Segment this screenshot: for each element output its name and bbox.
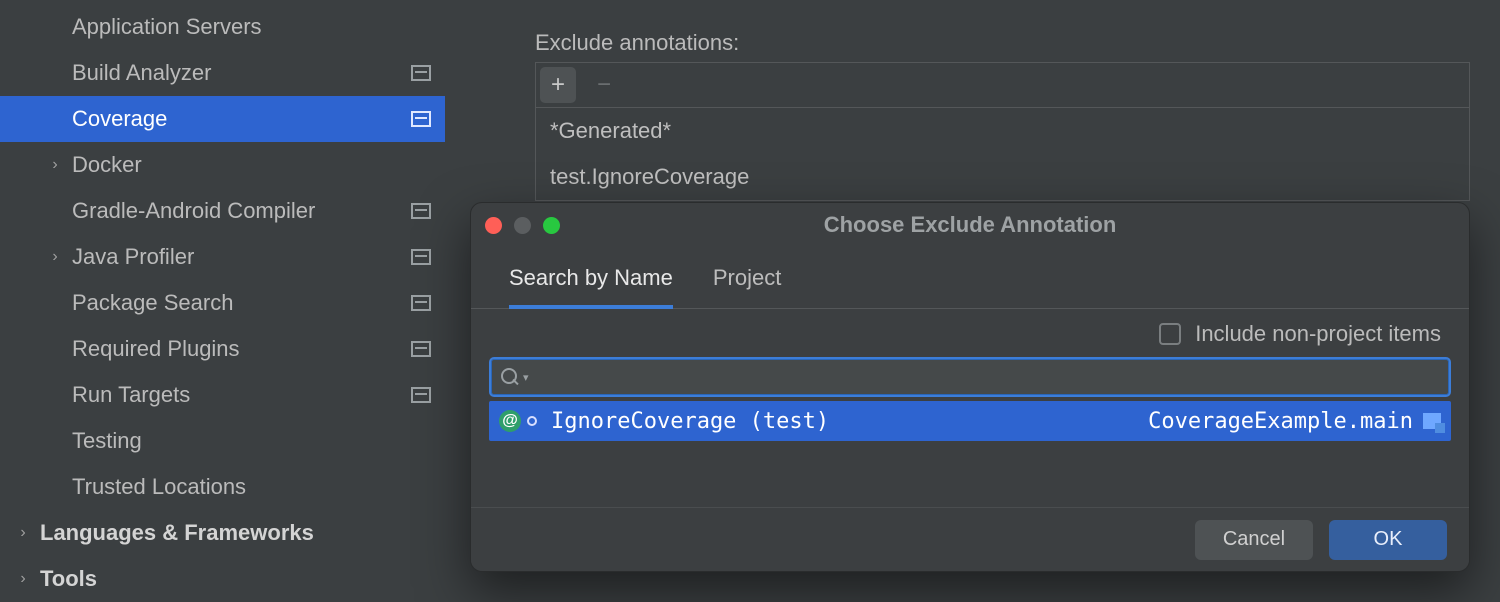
project-config-icon <box>411 111 431 127</box>
tree-item-label: Build Analyzer <box>72 60 411 86</box>
annotation-icon: @ <box>499 410 521 432</box>
tree-item-run-targets[interactable]: Run Targets <box>0 372 445 418</box>
annotation-list-item[interactable]: *Generated* <box>536 108 1469 154</box>
annotation-list-item[interactable]: test.IgnoreCoverage <box>536 154 1469 200</box>
project-config-icon <box>411 203 431 219</box>
module-icon <box>1423 413 1441 429</box>
project-config-icon <box>411 387 431 403</box>
include-non-project-checkbox[interactable] <box>1159 323 1181 345</box>
window-minimize-button[interactable] <box>514 217 531 234</box>
tree-item-docker[interactable]: › Docker <box>0 142 445 188</box>
minus-icon: − <box>597 73 611 97</box>
tree-item-label: Testing <box>72 428 445 454</box>
tree-item-label: Trusted Locations <box>72 474 445 500</box>
search-input[interactable]: ▾ <box>489 357 1451 397</box>
choose-exclude-annotation-dialog: Choose Exclude Annotation Search by Name… <box>470 202 1470 572</box>
tree-item-java-profiler[interactable]: › Java Profiler <box>0 234 445 280</box>
tree-item-label: Run Targets <box>72 382 411 408</box>
project-config-icon <box>411 341 431 357</box>
include-non-project-row: Include non-project items <box>471 309 1469 357</box>
ok-button[interactable]: OK <box>1329 520 1447 560</box>
cancel-button[interactable]: Cancel <box>1195 520 1313 560</box>
tree-item-label: Gradle-Android Compiler <box>72 198 411 224</box>
tree-item-tools[interactable]: › Tools <box>0 556 445 602</box>
tab-project[interactable]: Project <box>713 265 781 308</box>
tree-item-trusted-locations[interactable]: Trusted Locations <box>0 464 445 510</box>
tree-item-gradle-android-compiler[interactable]: Gradle-Android Compiler <box>0 188 445 234</box>
project-config-icon <box>411 65 431 81</box>
settings-tree: Application Servers Build Analyzer Coverag… <box>0 0 445 602</box>
search-result-row[interactable]: @ IgnoreCoverage (test) CoverageExample.… <box>489 401 1451 441</box>
tree-item-package-search[interactable]: Package Search <box>0 280 445 326</box>
chevron-right-icon: › <box>14 524 32 542</box>
tree-item-testing[interactable]: Testing <box>0 418 445 464</box>
add-annotation-button[interactable]: + <box>540 67 576 103</box>
include-non-project-label: Include non-project items <box>1195 321 1441 347</box>
exclude-annotations-box: + − *Generated*test.IgnoreCoverage <box>535 62 1470 201</box>
tree-item-label: Docker <box>72 152 445 178</box>
tree-item-label: Required Plugins <box>72 336 411 362</box>
chevron-down-icon: ▾ <box>523 371 529 384</box>
dialog-tabs: Search by Name Project <box>471 247 1469 309</box>
tree-item-required-plugins[interactable]: Required Plugins <box>0 326 445 372</box>
tree-item-label: Coverage <box>72 106 411 132</box>
chevron-right-icon: › <box>46 156 64 174</box>
result-secondary: CoverageExample.main <box>1148 409 1413 434</box>
tree-item-label: Package Search <box>72 290 411 316</box>
tree-item-coverage[interactable]: Coverage <box>0 96 445 142</box>
tab-search-by-name[interactable]: Search by Name <box>509 265 673 309</box>
chevron-right-icon: › <box>14 570 32 588</box>
dialog-title: Choose Exclude Annotation <box>471 212 1469 238</box>
tree-item-label: Tools <box>40 566 445 592</box>
plus-icon: + <box>551 73 565 97</box>
search-icon <box>501 368 519 386</box>
tree-item-label: Languages & Frameworks <box>40 520 445 546</box>
window-close-button[interactable] <box>485 217 502 234</box>
dialog-footer: Cancel OK <box>471 507 1469 571</box>
dialog-titlebar: Choose Exclude Annotation <box>471 203 1469 247</box>
exclude-annotations-label: Exclude annotations: <box>535 30 739 56</box>
visibility-icon <box>527 416 537 426</box>
tree-item-application-servers[interactable]: Application Servers <box>0 4 445 50</box>
tree-item-label: Java Profiler <box>72 244 411 270</box>
window-controls <box>485 217 560 234</box>
remove-annotation-button[interactable]: − <box>586 67 622 103</box>
project-config-icon <box>411 295 431 311</box>
result-primary: IgnoreCoverage (test) <box>551 409 829 434</box>
chevron-right-icon: › <box>46 248 64 266</box>
tree-item-build-analyzer[interactable]: Build Analyzer <box>0 50 445 96</box>
annotations-toolbar: + − <box>536 63 1469 108</box>
project-config-icon <box>411 249 431 265</box>
window-zoom-button[interactable] <box>543 217 560 234</box>
tree-item-languages-frameworks[interactable]: › Languages & Frameworks <box>0 510 445 556</box>
tree-item-label: Application Servers <box>72 14 445 40</box>
